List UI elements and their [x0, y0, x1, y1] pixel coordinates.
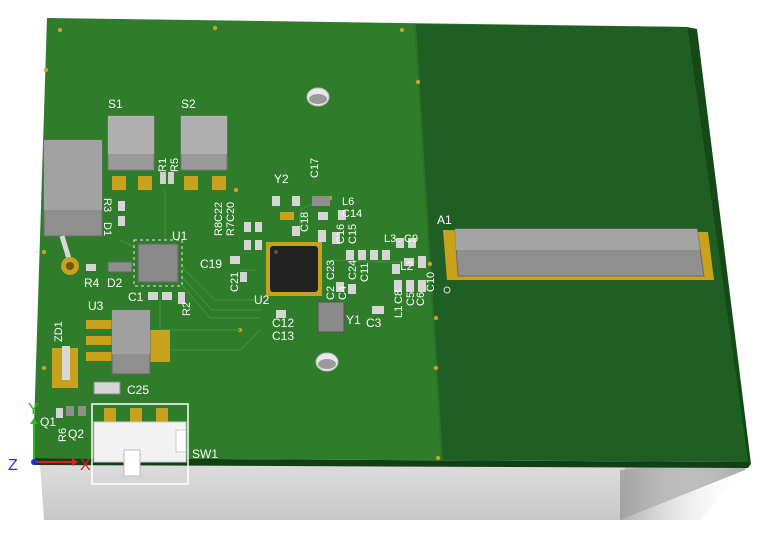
label-c20: C20	[225, 202, 237, 222]
label-c13: C13	[272, 329, 294, 343]
label-r5: R5	[169, 158, 181, 172]
label-sw1: SW1	[192, 447, 218, 461]
label-u3: U3	[88, 299, 104, 313]
label-u1: U1	[172, 229, 188, 243]
label-c6: C6	[415, 292, 427, 306]
label-c4: C4	[337, 286, 349, 300]
label-y1: Y1	[346, 313, 361, 327]
label-r1: R1	[157, 158, 169, 172]
label-zd1: ZD1	[53, 321, 65, 342]
crystal-y1	[317, 301, 345, 333]
axis-y-label: Y	[28, 401, 39, 418]
axis-z-label: Z	[8, 457, 18, 474]
label-s2: S2	[181, 97, 196, 111]
label-s1: S1	[108, 97, 123, 111]
label-d2: D2	[107, 276, 123, 290]
label-c1: C1	[128, 290, 144, 304]
label-r7: R7	[225, 222, 237, 236]
label-c18: C18	[299, 212, 311, 232]
label-c16: C16	[335, 224, 347, 244]
label-c24: C24	[347, 260, 359, 280]
enclosure-shadow	[620, 462, 748, 520]
label-c17: C17	[309, 158, 321, 178]
label-l1: L1	[393, 306, 405, 318]
label-c23: C23	[325, 260, 337, 280]
label-c14: C14	[342, 208, 362, 220]
label-u2: U2	[254, 293, 270, 307]
label-d1: D1	[101, 222, 113, 236]
label-c15: C15	[347, 224, 359, 244]
label-c3: C3	[366, 316, 382, 330]
label-c2: C2	[325, 286, 337, 300]
label-r4: R4	[84, 276, 100, 290]
label-c25: C25	[127, 383, 149, 397]
label-y2: Y2	[274, 172, 289, 186]
label-r8: R8	[213, 222, 225, 236]
label-c9: C9	[404, 233, 418, 245]
pcb-3d-viewport[interactable]: S1 S2 R1 R5 Y2 C17 L6 C14 C18 C16 C15 L3…	[0, 0, 760, 533]
ic-u2	[266, 242, 322, 296]
axis-x-label: X	[80, 457, 91, 474]
label-c22: C22	[213, 202, 225, 222]
label-c21: C21	[229, 272, 241, 292]
label-c10: C10	[425, 272, 437, 292]
zener-zd1	[52, 346, 78, 388]
label-c8: C8	[393, 290, 405, 304]
label-l6: L6	[342, 196, 354, 208]
label-q1: Q1	[40, 415, 56, 429]
pcb-3d-canvas[interactable]: S1 S2 R1 R5 Y2 C17 L6 C14 C18 C16 C15 L3…	[0, 0, 760, 533]
label-q2: Q2	[68, 427, 84, 441]
ic-u1	[133, 239, 183, 287]
label-r3: R3	[101, 198, 113, 212]
label-l3: L3	[384, 233, 396, 245]
label-l2: L2	[400, 259, 414, 273]
label-c11: C11	[359, 263, 371, 282]
label-c19: C19	[200, 257, 222, 271]
label-r2: R2	[181, 302, 193, 316]
label-c12: C12	[272, 316, 294, 330]
label-a1: A1	[437, 213, 452, 227]
